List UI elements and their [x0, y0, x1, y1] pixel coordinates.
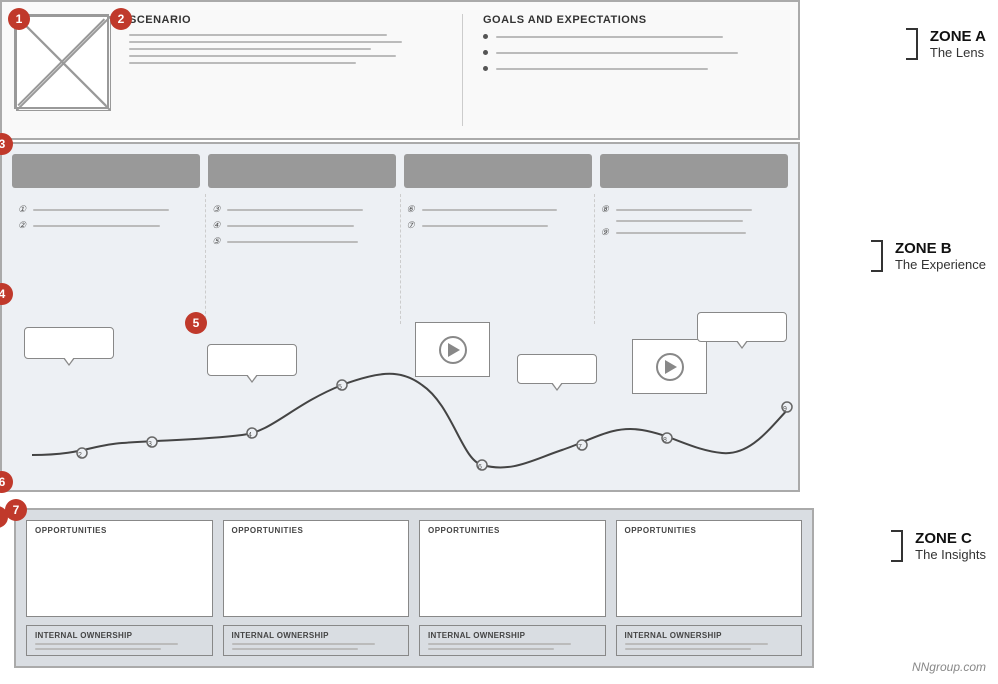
insight-col-4: OPPORTUNITIES INTERNAL OWNERSHIP: [616, 520, 803, 656]
svg-text:8: 8: [663, 437, 667, 444]
badge-1: 1: [8, 8, 30, 30]
tabs-row: [2, 144, 798, 194]
badge-2: 2: [110, 8, 132, 30]
goal-line: [496, 68, 708, 70]
opp-label-3: OPPORTUNITIES: [428, 526, 597, 535]
goals-label: GOALS AND EXPECTATIONS: [483, 14, 786, 26]
int-line: [232, 648, 358, 650]
opportunities-box-2: OPPORTUNITIES: [223, 520, 410, 617]
image-placeholder: [14, 14, 109, 109]
opp-label-4: OPPORTUNITIES: [625, 526, 794, 535]
zone-b-bracket: [871, 240, 883, 272]
scenario-section: SCENARIO: [129, 14, 442, 126]
goal-item: [483, 66, 786, 71]
int-line: [232, 643, 375, 645]
insight-col-2: OPPORTUNITIES INTERNAL OWNERSHIP: [223, 520, 410, 656]
step-columns: ① ② ③ ④ ⑤ ⑥ ⑦ ⑧ ⑨: [2, 194, 798, 324]
scenario-label: SCENARIO: [129, 14, 432, 26]
opportunities-box-1: OPPORTUNITIES: [26, 520, 213, 617]
int-line: [428, 643, 571, 645]
svg-text:5: 5: [338, 384, 342, 391]
scenario-line: [129, 62, 356, 64]
scenario-line: [129, 41, 402, 43]
int-line: [35, 643, 178, 645]
scenario-line: [129, 48, 371, 50]
zone-b-sub: The Experience: [895, 257, 986, 272]
opp-label-1: OPPORTUNITIES: [35, 526, 204, 535]
internal-box-2: INTERNAL OWNERSHIP: [223, 625, 410, 656]
internal-box-1: 8 INTERNAL OWNERSHIP: [26, 625, 213, 656]
internal-box-4: INTERNAL OWNERSHIP: [616, 625, 803, 656]
int-label-3: INTERNAL OWNERSHIP: [428, 631, 597, 640]
insights-columns: OPPORTUNITIES 8 INTERNAL OWNERSHIP OPPOR…: [16, 510, 812, 666]
opportunities-box-3: OPPORTUNITIES: [419, 520, 606, 617]
zone-a-sub: The Lens: [930, 45, 986, 60]
int-line: [428, 648, 554, 650]
badge-5: 5: [185, 312, 207, 334]
step-col-3: ⑥ ⑦: [401, 194, 595, 324]
nngroup-label: NNgroup.com: [912, 660, 986, 674]
bullet: [483, 50, 488, 55]
zone-c-sub: The Insights: [915, 547, 986, 562]
int-line: [625, 643, 768, 645]
int-label-2: INTERNAL OWNERSHIP: [232, 631, 401, 640]
goal-line: [496, 52, 738, 54]
badge-7: 7: [5, 499, 27, 521]
goal-item: [483, 34, 786, 39]
zone-c-title: ZONE C: [915, 530, 986, 547]
step-col-4: ⑧ ⑨: [595, 194, 788, 324]
goal-line: [496, 36, 723, 38]
insight-col-1: OPPORTUNITIES 8 INTERNAL OWNERSHIP: [26, 520, 213, 656]
opportunities-box-4: OPPORTUNITIES: [616, 520, 803, 617]
goal-item: [483, 50, 786, 55]
scenario-line: [129, 34, 387, 36]
svg-text:7: 7: [578, 444, 582, 451]
tab-4: [600, 154, 788, 188]
svg-text:4: 4: [248, 432, 252, 439]
int-line: [35, 648, 161, 650]
divider: [462, 14, 463, 126]
scenario-line: [129, 55, 396, 57]
speech-bubble-4: [697, 312, 787, 342]
zone-b-title: ZONE B: [895, 240, 986, 257]
tab-3: [404, 154, 592, 188]
svg-text:9: 9: [783, 406, 787, 413]
int-label-1: INTERNAL OWNERSHIP: [35, 631, 204, 640]
bullet: [483, 34, 488, 39]
zone-c-label-container: ZONE C The Insights: [911, 530, 986, 562]
zone-a-title: ZONE A: [930, 28, 986, 45]
bullet: [483, 66, 488, 71]
zone-a-bracket: [906, 28, 918, 60]
insight-col-3: OPPORTUNITIES INTERNAL OWNERSHIP: [419, 520, 606, 656]
svg-text:3: 3: [148, 441, 152, 448]
tab-1: [12, 154, 200, 188]
tab-2: [208, 154, 396, 188]
step-col-1: ① ②: [12, 194, 206, 324]
svg-text:2: 2: [78, 452, 82, 459]
zone-c: 7 OPPORTUNITIES 8 INTERNAL OWNERSHIP OPP…: [14, 508, 814, 668]
zone-b-label-container: ZONE B The Experience: [891, 240, 986, 272]
step-col-2: ③ ④ ⑤: [206, 194, 400, 324]
internal-box-3: INTERNAL OWNERSHIP: [419, 625, 606, 656]
journey-curve: 2 3 4 5 6 7 8 9: [2, 345, 802, 490]
zone-b: 3 ① ② ③ ④ ⑤ ⑥ ⑦ ⑧ ⑨ 4: [0, 142, 800, 492]
goals-section: GOALS AND EXPECTATIONS: [483, 14, 786, 126]
zone-c-bracket: [891, 530, 903, 562]
svg-text:6: 6: [478, 464, 482, 471]
opp-label-2: OPPORTUNITIES: [232, 526, 401, 535]
zone-a-label-container: ZONE A The Lens: [926, 28, 986, 60]
int-line: [625, 648, 751, 650]
int-label-4: INTERNAL OWNERSHIP: [625, 631, 794, 640]
